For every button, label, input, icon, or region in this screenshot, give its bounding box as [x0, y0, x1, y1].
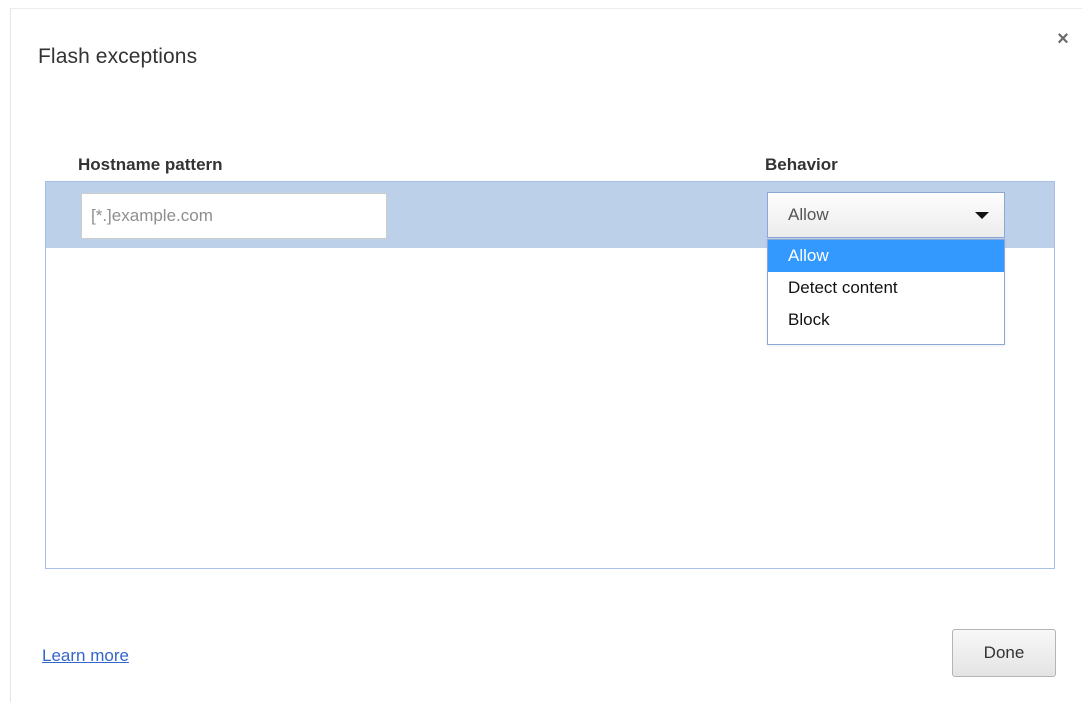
- dropdown-option-block[interactable]: Block: [768, 304, 1004, 336]
- behavior-column-header: Behavior: [765, 155, 838, 174]
- behavior-select[interactable]: Allow: [767, 192, 1005, 238]
- hostname-column-header: Hostname pattern: [78, 155, 223, 174]
- flash-exceptions-dialog: Flash exceptions × Hostname pattern Beha…: [10, 8, 1082, 702]
- learn-more-link[interactable]: Learn more: [42, 646, 129, 666]
- done-button[interactable]: Done: [952, 629, 1056, 677]
- triangle-down-icon: [975, 212, 989, 219]
- dropdown-option-allow[interactable]: Allow: [768, 240, 1004, 272]
- close-icon[interactable]: ×: [1053, 29, 1073, 49]
- behavior-dropdown-menu: Allow Detect content Block: [767, 239, 1005, 345]
- hostname-pattern-input[interactable]: [81, 193, 387, 239]
- dropdown-option-detect-content[interactable]: Detect content: [768, 272, 1004, 304]
- behavior-select-value: Allow: [788, 205, 829, 224]
- dialog-title: Flash exceptions: [38, 45, 198, 68]
